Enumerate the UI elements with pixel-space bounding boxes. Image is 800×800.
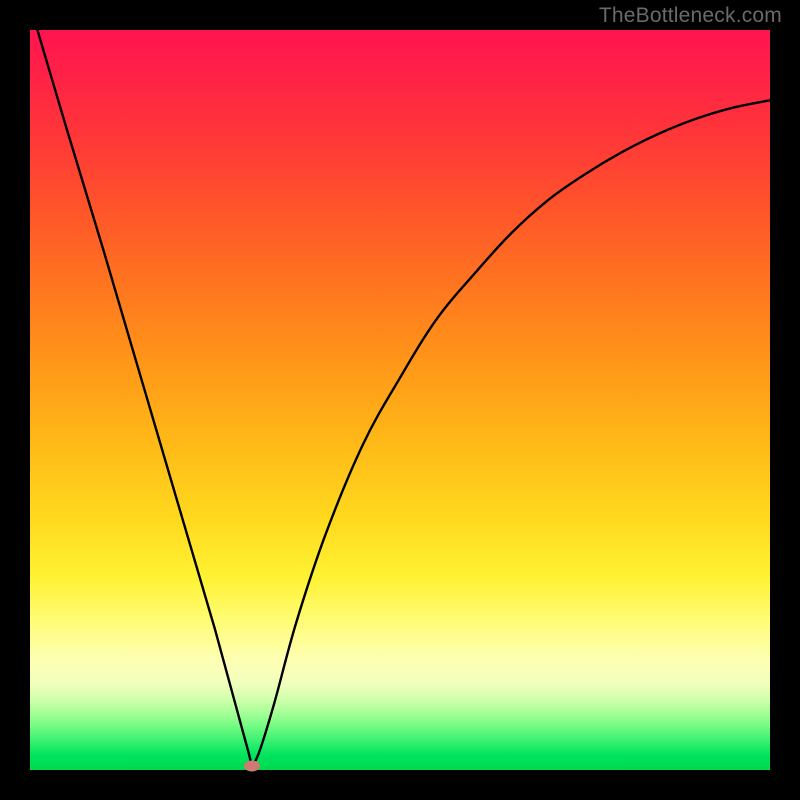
curve-right [252, 100, 770, 766]
curve-left [37, 30, 252, 766]
curve-svg [30, 30, 770, 770]
watermark-text: TheBottleneck.com [599, 4, 782, 28]
chart-frame: TheBottleneck.com [0, 0, 800, 800]
plot-area [30, 30, 770, 770]
minimum-marker [244, 761, 260, 772]
